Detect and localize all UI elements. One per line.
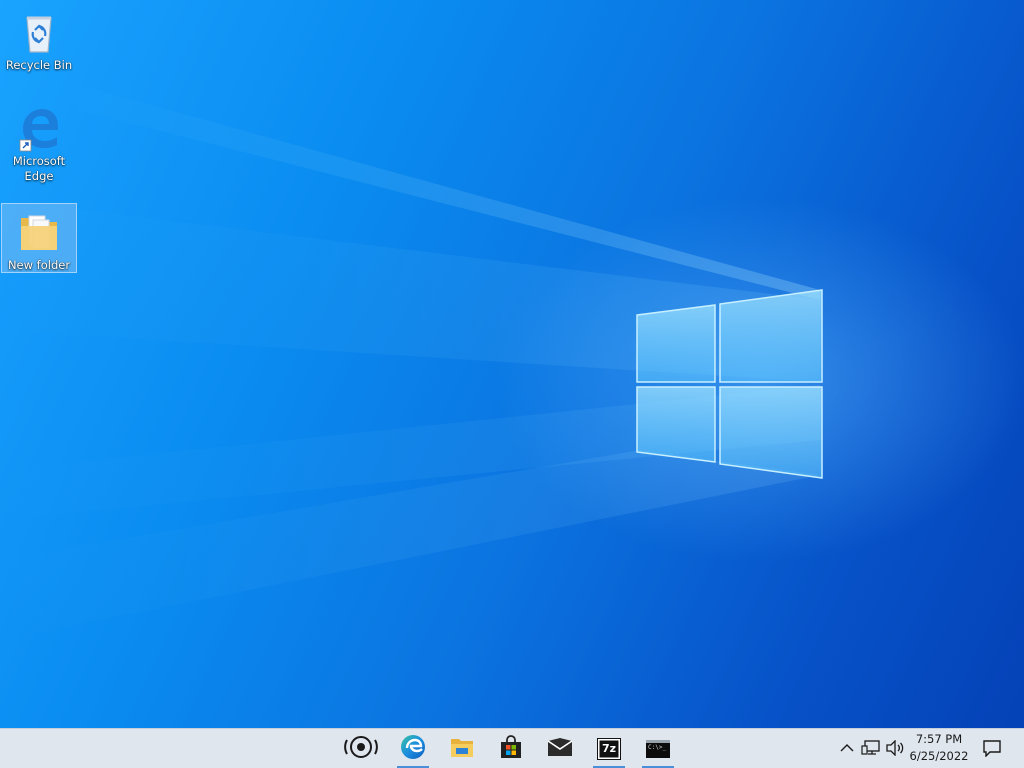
desktop-icon-microsoft-edge[interactable]: Microsoft Edge (2, 100, 76, 192)
chevron-up-icon[interactable] (836, 737, 858, 759)
volume-icon[interactable] (884, 737, 906, 759)
desktop-icon-label: New folder (7, 258, 71, 272)
mail-icon (547, 737, 573, 761)
desktop-icon-new-folder[interactable]: New folder (1, 203, 77, 273)
desktop-icon-recycle-bin[interactable]: Recycle Bin (2, 4, 76, 76)
folder-icon (15, 208, 63, 256)
taskbar-file-explorer-button[interactable] (442, 729, 482, 768)
taskbar: 7z C:\>_ 7:57 PM 6/25/2022 (0, 728, 1024, 768)
network-icon[interactable] (860, 737, 882, 759)
cmd-icon-label: C:\>_ (648, 743, 667, 751)
taskbar-store-button[interactable] (491, 729, 531, 768)
edge-icon (15, 104, 63, 152)
desktop-icon-label: Microsoft Edge (2, 154, 76, 184)
edge-icon (400, 734, 426, 764)
7zip-icon: 7z (597, 737, 621, 760)
desktop-icon-label-line: Edge (24, 169, 54, 183)
wallpaper (0, 80, 823, 640)
windows-logo (636, 289, 823, 479)
taskbar-cortana-button[interactable] (341, 729, 381, 768)
7zip-icon-label: 7z (601, 741, 617, 755)
action-center-icon[interactable] (980, 737, 1004, 759)
clock-date: 6/25/2022 (909, 749, 969, 763)
cmd-icon: C:\>_ (646, 739, 670, 758)
taskbar-edge-button[interactable] (393, 729, 433, 768)
taskbar-clock[interactable]: 7:57 PM 6/25/2022 (905, 731, 973, 765)
recycle-bin-icon (15, 8, 63, 56)
clock-time: 7:57 PM (915, 732, 963, 746)
taskbar-mail-button[interactable] (540, 729, 580, 768)
store-icon (499, 734, 523, 763)
taskbar-7zip-button[interactable]: 7z (589, 729, 629, 768)
desktop-icon-label: Recycle Bin (5, 58, 73, 72)
desktop-icon-label-line: Microsoft (12, 154, 66, 168)
taskbar-cmd-button[interactable]: C:\>_ (638, 729, 678, 768)
cortana-icon (343, 735, 379, 763)
file-explorer-icon (450, 736, 474, 762)
